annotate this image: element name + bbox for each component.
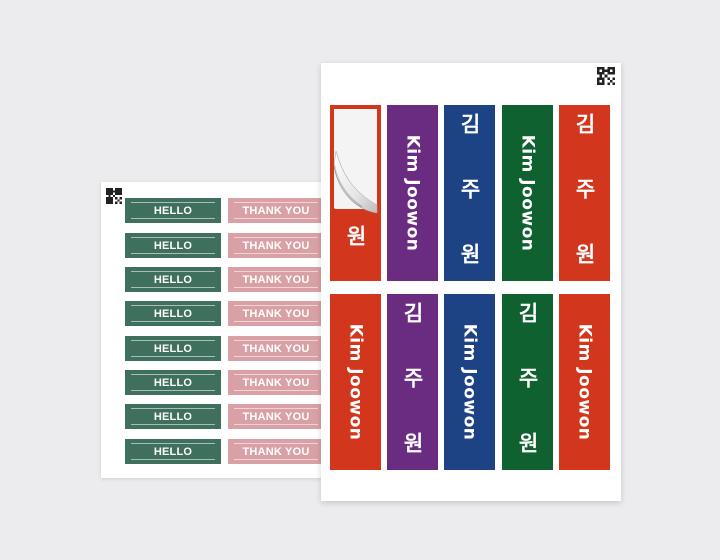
hello-label: HELLO <box>125 336 221 361</box>
label-text: 김 주 원 <box>457 112 482 274</box>
peel-corner-icon <box>334 151 378 214</box>
label-text: THANK YOU <box>242 445 310 458</box>
label-text: 원 <box>343 225 368 246</box>
label-text: HELLO <box>153 273 193 286</box>
hello-label: HELLO <box>125 233 221 258</box>
label-text: Kim Joowon <box>459 323 480 441</box>
label-text: HELLO <box>153 239 193 252</box>
thank-you-label: THANK YOU <box>228 267 324 292</box>
name-label: 김 주 원 <box>444 105 495 281</box>
label-text: HELLO <box>153 376 193 389</box>
name-label: 김 주 원 <box>502 294 553 470</box>
label-text: THANK YOU <box>242 273 310 286</box>
label-text: HELLO <box>153 204 193 217</box>
label-text: THANK YOU <box>242 410 310 423</box>
label-text: HELLO <box>153 307 193 320</box>
thank-you-label: THANK YOU <box>228 198 324 223</box>
small-label-sheet: HELLO THANK YOU HELLO THANK YOU HELLO THANK Y… <box>101 182 324 478</box>
thank-you-label: THANK YOU <box>228 370 324 395</box>
name-label: Kim Joowon <box>502 105 553 281</box>
thank-you-label: THANK YOU <box>228 336 324 361</box>
qr-code-icon <box>597 67 615 85</box>
label-text: Kim Joowon <box>574 323 595 441</box>
name-label: Kim Joowon <box>387 105 438 281</box>
hello-label: HELLO <box>125 370 221 395</box>
name-label: Kim Joowon <box>330 294 381 470</box>
name-label: Kim Joowon <box>444 294 495 470</box>
name-label-sheet: 원 Kim Joowon 김 주 원 Kim Joowon 김 주 원 Kim Joowo… <box>321 63 621 501</box>
label-text: THANK YOU <box>242 239 310 252</box>
name-label: 김 주 원 <box>387 294 438 470</box>
qr-code-icon <box>106 188 122 204</box>
thank-you-label: THANK YOU <box>228 233 324 258</box>
label-text: THANK YOU <box>242 342 310 355</box>
label-text: Kim Joowon <box>402 134 423 252</box>
label-text: 김 주 원 <box>400 301 425 463</box>
hello-label: HELLO <box>125 404 221 429</box>
label-text: THANK YOU <box>242 376 310 389</box>
hello-label: HELLO <box>125 301 221 326</box>
hello-label: HELLO <box>125 439 221 464</box>
label-text: 김 주 원 <box>515 301 540 463</box>
name-label: 김 주 원 <box>559 105 610 281</box>
label-text: THANK YOU <box>242 307 310 320</box>
hello-label: HELLO <box>125 198 221 223</box>
label-text: HELLO <box>153 445 193 458</box>
thank-you-label: THANK YOU <box>228 439 324 464</box>
label-text: HELLO <box>153 342 193 355</box>
thank-you-label: THANK YOU <box>228 301 324 326</box>
thank-you-label: THANK YOU <box>228 404 324 429</box>
peeled-name-label: 원 <box>330 105 381 281</box>
label-text: THANK YOU <box>242 204 310 217</box>
name-label: Kim Joowon <box>559 294 610 470</box>
label-text: Kim Joowon <box>517 134 538 252</box>
label-text: 김 주 원 <box>572 112 597 274</box>
label-text: HELLO <box>153 410 193 423</box>
label-text: Kim Joowon <box>345 323 366 441</box>
hello-label: HELLO <box>125 267 221 292</box>
